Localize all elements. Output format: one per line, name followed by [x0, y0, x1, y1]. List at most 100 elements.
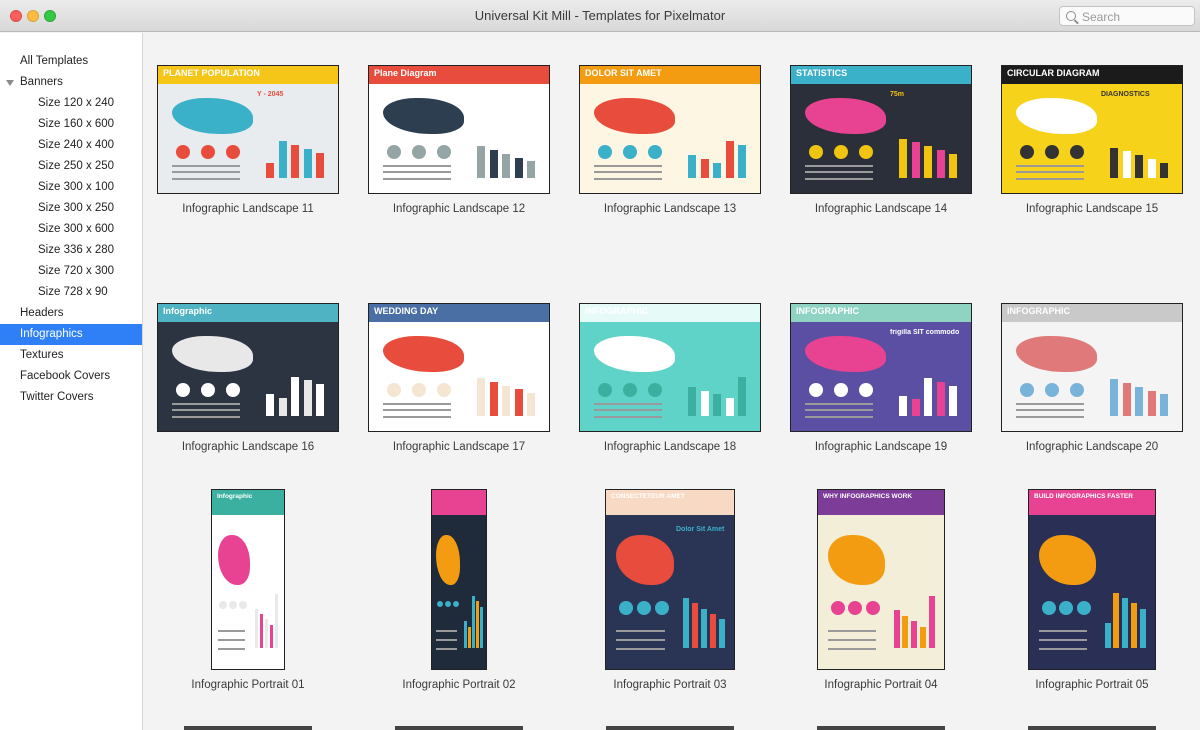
thumbnail-text-line: [383, 403, 451, 405]
search-placeholder: Search: [1082, 10, 1121, 24]
template-tile[interactable]: WEDDING DAY Infographic Landscape 17: [367, 303, 551, 462]
next-row-thumbnail-edge: [184, 726, 312, 730]
thumbnail-map-shape: [1039, 535, 1096, 585]
template-thumbnail[interactable]: Plane Diagram: [368, 65, 550, 194]
sidebar-item-size-160-x-600[interactable]: Size 160 x 600: [0, 114, 142, 135]
sidebar-item-infographics[interactable]: Infographics: [0, 324, 142, 345]
thumbnail-bar-shape: [713, 394, 721, 416]
thumbnail-bar-shape: [949, 154, 957, 178]
template-tile[interactable]: WHY INFOGRAPHICS WORK Infographic Portrai…: [789, 489, 973, 700]
template-caption: Infographic Landscape 12: [392, 203, 526, 215]
thumbnail-title-text: CONSECTETEUR AMET: [611, 493, 685, 500]
thumbnail-map-shape: [594, 336, 675, 372]
sidebar-item-size-120-x-240[interactable]: Size 120 x 240: [0, 93, 142, 114]
thumbnail-circle-shape: [412, 383, 426, 397]
thumbnail-text-line: [383, 171, 451, 173]
template-tile[interactable]: INFOGRAPHIC frigilla SIT commodo Infograph…: [789, 303, 973, 462]
search-input[interactable]: Search: [1059, 6, 1195, 26]
thumbnail-circle-shape: [1070, 145, 1084, 159]
template-tile[interactable]: INFOGRAPHIC Infographic Landscape 20: [1000, 303, 1184, 462]
template-tile[interactable]: Infographic Portrait 02: [367, 489, 551, 700]
template-tile[interactable]: Plane Diagram Infographic Landscape 12: [367, 65, 551, 224]
thumbnail-circle-shape: [445, 601, 451, 607]
thumbnail-circle-shape: [1045, 383, 1059, 397]
thumbnail-subtitle-text: 75m: [890, 91, 905, 98]
thumbnail-bar-shape: [937, 150, 945, 178]
template-tile[interactable]: BUILD INFOGRAPHICS FASTER Infographic Por…: [1000, 489, 1184, 700]
sidebar-item-label: Size 120 x 240: [38, 97, 115, 109]
template-thumbnail[interactable]: INFOGRAPHIC: [1001, 303, 1183, 432]
thumbnail-bar-shape: [255, 609, 258, 648]
thumbnail-circle-shape: [176, 383, 190, 397]
template-thumbnail[interactable]: Infographic: [157, 303, 339, 432]
template-thumbnail[interactable]: INFOGRAPHIC: [579, 303, 761, 432]
thumbnail-text-line: [594, 165, 662, 167]
sidebar-item-label: Headers: [20, 307, 64, 319]
thumbnail-bar-shape: [899, 396, 907, 416]
template-thumbnail[interactable]: STATISTICS 75m: [790, 65, 972, 194]
sidebar-item-size-300-x-250[interactable]: Size 300 x 250: [0, 198, 142, 219]
thumbnail-bar-shape: [480, 607, 483, 648]
thumbnail-title-text: WHY INFOGRAPHICS WORK: [823, 493, 913, 500]
thumbnail-text-line: [172, 178, 240, 180]
thumbnail-text-line: [828, 630, 876, 632]
template-tile[interactable]: CONSECTETEUR AMET Dolor Sit Amet Infograph…: [578, 489, 762, 700]
thumbnail-circle-shape: [239, 601, 247, 609]
sidebar-item-label: Size 728 x 90: [38, 286, 108, 298]
sidebar-item-size-720-x-300[interactable]: Size 720 x 300: [0, 261, 142, 282]
template-thumbnail[interactable]: INFOGRAPHIC frigilla SIT commodo: [790, 303, 972, 432]
sidebar-item-size-300-x-600[interactable]: Size 300 x 600: [0, 219, 142, 240]
thumbnail-text-line: [594, 409, 662, 411]
template-thumbnail[interactable]: CIRCULAR DIAGRAM DIAGNOSTICS: [1001, 65, 1183, 194]
thumbnail-text-line: [218, 639, 245, 641]
sidebar-item-label: Size 300 x 100: [38, 181, 115, 193]
thumbnail-title-text: PLANET POPULATION: [163, 69, 260, 78]
thumbnail-circle-shape: [437, 145, 451, 159]
template-tile[interactable]: PLANET POPULATION Y - 2045 Infographic Lan…: [156, 65, 340, 224]
template-caption: Infographic Landscape 20: [1025, 441, 1159, 453]
thumbnail-circle-shape: [866, 601, 880, 615]
sidebar-item-textures[interactable]: Textures: [0, 345, 142, 366]
template-tile[interactable]: CIRCULAR DIAGRAM DIAGNOSTICS Infographic L…: [1000, 65, 1184, 224]
sidebar-item-banners[interactable]: Banners: [0, 72, 142, 93]
template-tile[interactable]: INFOGRAPHIC Infographic Landscape 18: [578, 303, 762, 462]
template-thumbnail[interactable]: [431, 489, 487, 670]
search-icon: [1066, 11, 1076, 21]
thumbnail-bar-shape: [894, 610, 900, 648]
template-thumbnail[interactable]: WHY INFOGRAPHICS WORK: [817, 489, 945, 670]
thumbnail-map-shape: [1016, 98, 1097, 134]
thumbnail-map-shape: [383, 98, 464, 134]
sidebar-item-label: Size 240 x 400: [38, 139, 115, 151]
thumbnail-text-line: [594, 178, 662, 180]
thumbnail-bar-shape: [1110, 379, 1118, 416]
template-thumbnail[interactable]: BUILD INFOGRAPHICS FASTER: [1028, 489, 1156, 670]
thumbnail-circle-shape: [598, 383, 612, 397]
sidebar-item-size-240-x-400[interactable]: Size 240 x 400: [0, 135, 142, 156]
thumbnail-map-shape: [805, 98, 886, 134]
sidebar-item-all-templates[interactable]: All Templates: [0, 51, 142, 72]
sidebar-item-size-728-x-90[interactable]: Size 728 x 90: [0, 282, 142, 303]
disclosure-triangle-icon[interactable]: [6, 80, 14, 86]
template-thumbnail[interactable]: DOLOR SIT AMET: [579, 65, 761, 194]
sidebar-item-size-250-x-250[interactable]: Size 250 x 250: [0, 156, 142, 177]
thumbnail-circle-shape: [1077, 601, 1091, 615]
template-tile[interactable]: DOLOR SIT AMET Infographic Landscape 13: [578, 65, 762, 224]
template-tile[interactable]: Infographic Infographic Portrait 01: [156, 489, 340, 700]
sidebar-item-size-300-x-100[interactable]: Size 300 x 100: [0, 177, 142, 198]
thumbnail-text-line: [1016, 171, 1084, 173]
template-thumbnail[interactable]: PLANET POPULATION Y - 2045: [157, 65, 339, 194]
template-tile[interactable]: Infographic Infographic Landscape 16: [156, 303, 340, 462]
sidebar-item-label: Size 300 x 600: [38, 223, 115, 235]
template-thumbnail[interactable]: Infographic: [211, 489, 285, 670]
sidebar-item-facebook-covers[interactable]: Facebook Covers: [0, 366, 142, 387]
template-tile[interactable]: STATISTICS 75m Infographic Landscape 14: [789, 65, 973, 224]
thumbnail-circle-shape: [176, 145, 190, 159]
thumbnail-circle-shape: [201, 145, 215, 159]
sidebar-item-size-336-x-280[interactable]: Size 336 x 280: [0, 240, 142, 261]
thumbnail-text-line: [594, 403, 662, 405]
template-thumbnail[interactable]: WEDDING DAY: [368, 303, 550, 432]
sidebar-item-headers[interactable]: Headers: [0, 303, 142, 324]
sidebar-item-twitter-covers[interactable]: Twitter Covers: [0, 387, 142, 408]
thumbnail-subtitle-text: DIAGNOSTICS: [1101, 91, 1150, 98]
template-thumbnail[interactable]: CONSECTETEUR AMET Dolor Sit Amet: [605, 489, 735, 670]
